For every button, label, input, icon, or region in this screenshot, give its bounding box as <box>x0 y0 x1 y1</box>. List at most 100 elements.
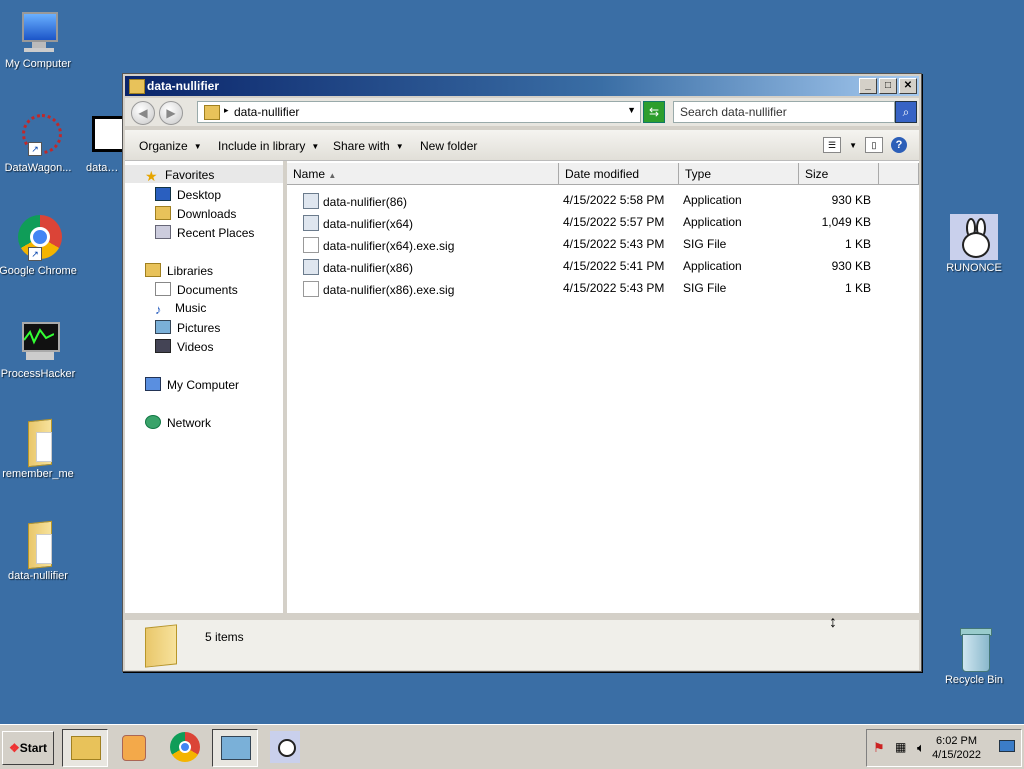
table-row[interactable]: data-nulifier(x86).exe.sig 4/15/2022 5:43… <box>287 277 919 299</box>
back-button[interactable]: ◀ <box>131 101 155 125</box>
chevron-down-icon[interactable]: ▼ <box>627 105 636 115</box>
window-titlebar[interactable]: data-nullifier _ □ ✕ <box>125 76 919 96</box>
recent-places-icon <box>155 225 171 239</box>
chevron-down-icon: ▼ <box>395 142 404 152</box>
table-row[interactable]: data-nulifier(86) 4/15/2022 5:58 PM Applic… <box>287 189 919 211</box>
videos-icon <box>155 339 171 353</box>
table-row[interactable]: data-nulifier(x86) 4/15/2022 5:41 PM Appli… <box>287 255 919 277</box>
share-with-button[interactable]: Share with ▼ <box>333 139 404 153</box>
desktop-icon-seven-zip[interactable]: 7 data-nu <box>70 112 128 174</box>
nav-desktop[interactable]: Desktop <box>155 187 221 202</box>
nav-libraries[interactable]: Libraries <box>145 263 213 278</box>
nav-my-computer[interactable]: My Computer <box>145 377 239 392</box>
desktop-icon-label: data-nu <box>86 162 120 174</box>
help-icon[interactable]: ? <box>891 137 907 153</box>
file-date-cell: 4/15/2022 5:58 PM <box>563 193 665 207</box>
column-header-date[interactable]: Date modified <box>559 163 679 185</box>
address-field[interactable]: ▸ data-nullifier ▼ <box>197 101 641 123</box>
close-button[interactable]: ✕ <box>899 78 917 94</box>
organize-button[interactable]: Organize ▼ <box>139 139 202 153</box>
file-type-cell: Application <box>683 193 742 207</box>
application-icon <box>303 193 319 209</box>
chevron-down-icon: ▼ <box>193 142 202 152</box>
column-header-type[interactable]: Type <box>679 163 799 185</box>
folder-icon <box>14 520 62 570</box>
media-player-icon <box>122 735 146 761</box>
desktop-icon-label: remember_me <box>2 468 74 480</box>
flag-icon[interactable]: ⚑ <box>873 740 889 756</box>
explorer-window: data-nullifier _ □ ✕ ◀ ▶ ▸ data-nullifie… <box>122 73 922 672</box>
libraries-icon <box>145 263 161 277</box>
table-row[interactable]: data-nulifier(x64) 4/15/2022 5:57 PM Appli… <box>287 211 919 233</box>
refresh-button[interactable]: ⇆ <box>643 101 665 123</box>
view-options-icon[interactable]: ☰ <box>823 137 842 153</box>
file-date-cell: 4/15/2022 5:43 PM <box>563 237 665 251</box>
my-computer-icon <box>14 8 62 56</box>
file-name: data-nulifier(x64).exe.sig <box>323 239 455 253</box>
breadcrumb[interactable]: data-nullifier <box>234 105 299 119</box>
desktop-icon-processhacker[interactable]: ProcessHacker <box>0 318 80 380</box>
taskbar-chrome[interactable] <box>164 729 208 765</box>
my-computer-icon <box>145 377 161 391</box>
file-name-cell[interactable]: data-nulifier(x64).exe.sig <box>303 237 454 253</box>
column-header-name[interactable]: Name ▲ <box>287 163 559 185</box>
chevron-down-icon[interactable]: ▼ <box>849 141 857 150</box>
nav-recent-places[interactable]: Recent Places <box>155 225 254 240</box>
clock[interactable]: 6:02 PM 4/15/2022 <box>932 734 981 762</box>
search-icon[interactable]: ⌕ <box>895 101 917 123</box>
file-name-cell[interactable]: data-nulifier(86) <box>303 193 407 209</box>
star-icon: ★ <box>145 168 158 184</box>
file-name-cell[interactable]: data-nulifier(x86) <box>303 259 413 275</box>
taskbar-explorer[interactable] <box>62 729 108 767</box>
desktop-icon-runonce[interactable]: RUNONCE <box>932 212 1016 274</box>
details-pane: 5 items ↕ <box>125 614 919 670</box>
folder-icon <box>129 79 145 94</box>
taskbar-control-panel[interactable] <box>212 729 258 767</box>
command-bar: Organize ▼ Include in library ▼ Share with… <box>125 130 919 161</box>
minimize-button[interactable]: _ <box>859 78 877 94</box>
file-size-cell: 1 KB <box>844 281 871 295</box>
taskbar-runonce[interactable] <box>264 729 308 765</box>
file-list: Name ▲ Date modified Type Size data-nuli… <box>287 161 919 613</box>
show-desktop-icon[interactable] <box>999 740 1015 756</box>
desktop-icon-recycle-bin[interactable]: Recycle Bin <box>932 624 1016 686</box>
volume-icon[interactable]: 🔈︎ <box>917 740 933 756</box>
nav-documents[interactable]: Documents <box>155 282 238 297</box>
column-header-size[interactable]: Size <box>799 163 879 185</box>
maximize-button[interactable]: □ <box>879 78 897 94</box>
address-bar: ◀ ▶ ▸ data-nullifier ▼ ⇆ Search data-nul… <box>125 98 919 126</box>
taskbar-media-player[interactable] <box>112 729 156 765</box>
table-row[interactable]: data-nulifier(x64).exe.sig 4/15/2022 5:43… <box>287 233 919 255</box>
nav-downloads[interactable]: Downloads <box>155 206 236 221</box>
nav-favorites[interactable]: ★ Favorites <box>145 168 214 184</box>
network-icon <box>145 415 161 429</box>
file-size-cell: 1,049 KB <box>821 215 871 229</box>
breadcrumb-arrow-icon[interactable]: ▸ <box>224 105 229 116</box>
desktop-icon-chrome[interactable]: ↗ Google Chrome <box>0 215 80 277</box>
preview-pane-icon[interactable]: ▯ <box>865 137 883 153</box>
nav-pictures[interactable]: Pictures <box>155 320 220 335</box>
file-size-cell: 930 KB <box>831 193 871 207</box>
file-size-cell: 930 KB <box>831 259 871 273</box>
new-folder-button[interactable]: New folder <box>420 139 477 153</box>
chevron-down-icon: ▼ <box>311 142 320 152</box>
desktop-icon-remember-me[interactable]: remember_me <box>0 418 80 480</box>
file-size-cell: 1 KB <box>844 237 871 251</box>
desktop-icon-datawagon[interactable]: ↗ DataWagon... <box>0 112 80 174</box>
file-name: data-nulifier(x86).exe.sig <box>323 283 455 297</box>
application-icon <box>303 259 319 275</box>
nav-network[interactable]: Network <box>145 415 211 430</box>
file-name-cell[interactable]: data-nulifier(x86).exe.sig <box>303 281 454 297</box>
desktop-icon-my-computer[interactable]: My Computer <box>0 8 80 70</box>
search-input[interactable]: Search data-nullifier <box>673 101 895 123</box>
nav-videos[interactable]: Videos <box>155 339 213 354</box>
nav-music[interactable]: ♪ Music <box>155 301 206 317</box>
file-name-cell[interactable]: data-nulifier(x64) <box>303 215 413 231</box>
include-in-library-button[interactable]: Include in library ▼ <box>218 139 319 153</box>
control-panel-icon <box>221 736 251 760</box>
start-button[interactable]: ❖Start <box>2 731 54 765</box>
column-header-blank <box>879 163 919 185</box>
forward-button[interactable]: ▶ <box>159 101 183 125</box>
desktop-icon-data-nullifier[interactable]: data-nullifier <box>0 520 80 582</box>
network-icon[interactable]: ▦ <box>895 740 911 756</box>
